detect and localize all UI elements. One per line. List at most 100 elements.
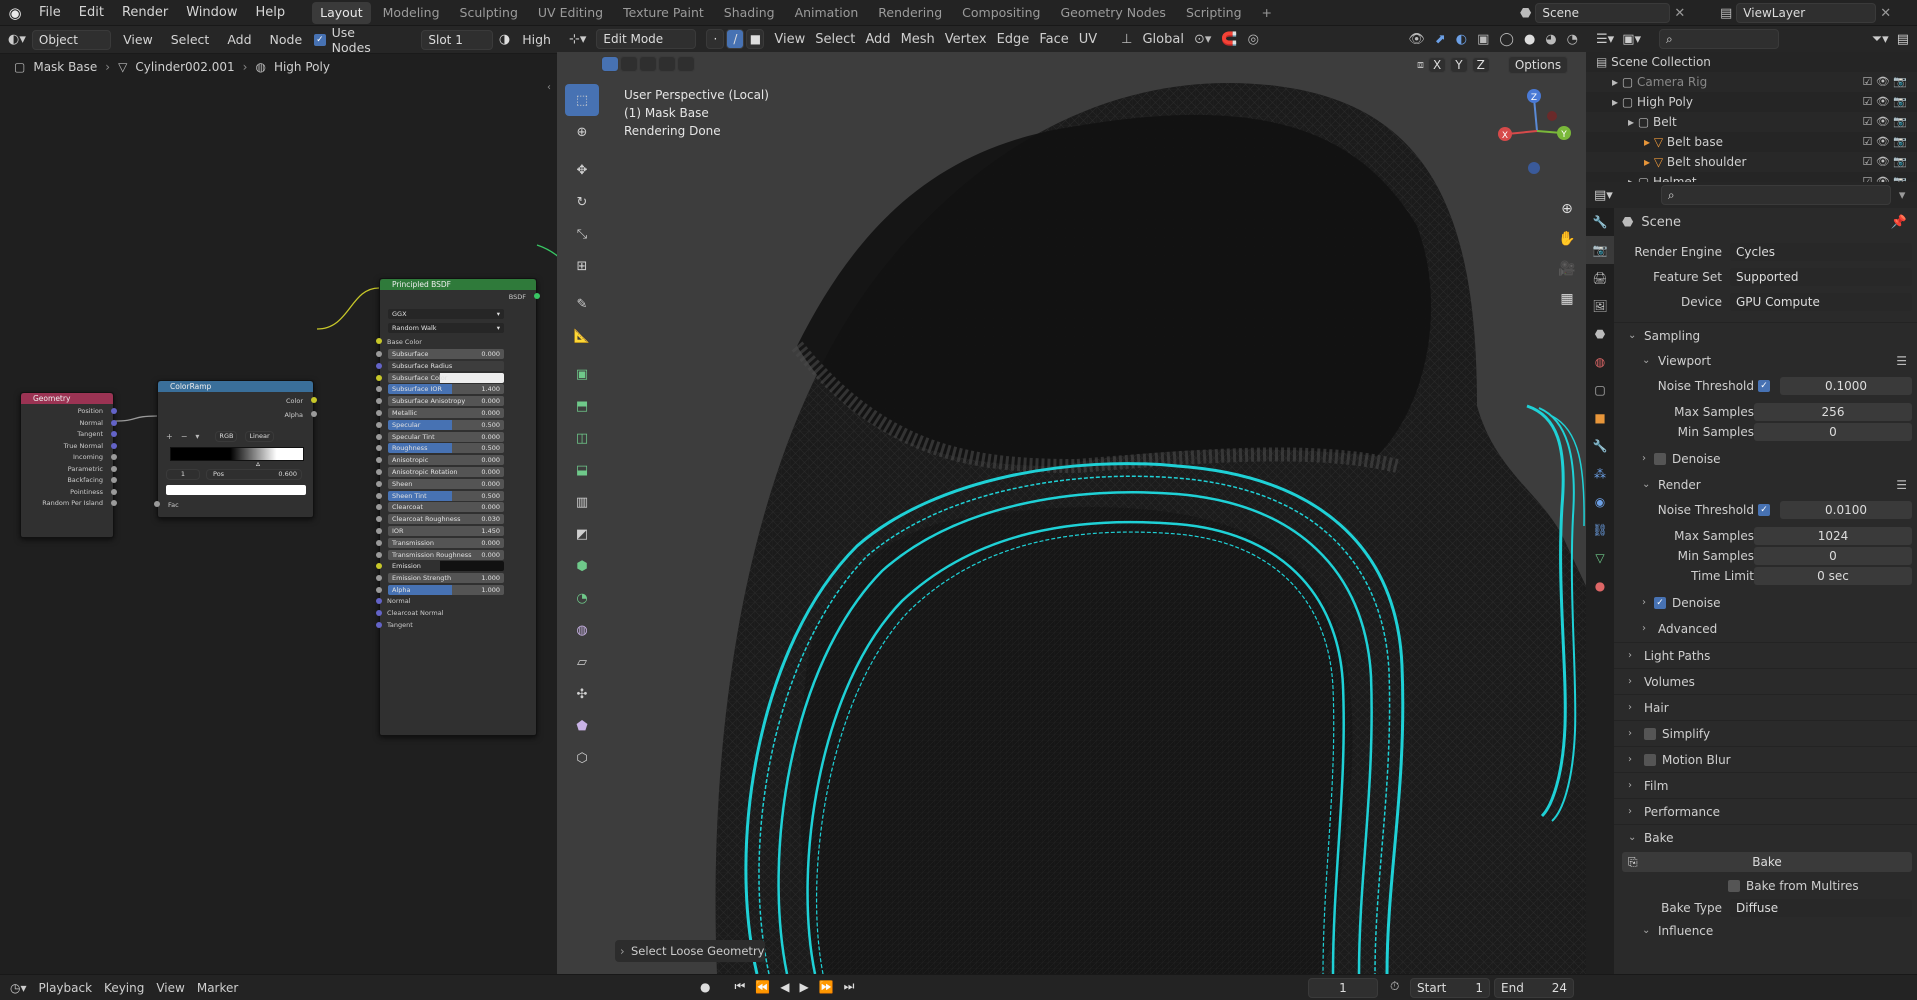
advanced-subpanel-header[interactable]: › Advanced [1614, 616, 1917, 642]
r-min-field[interactable]: 0 [1754, 547, 1912, 565]
time-limit-field[interactable]: 0 sec [1754, 567, 1912, 585]
current-frame-field[interactable]: 1 [1308, 978, 1378, 998]
vp-noise-checkbox[interactable]: ✓ [1758, 380, 1770, 392]
bsdf-param-field[interactable]: Subsurface Color [388, 372, 504, 383]
start-frame-field[interactable]: Start 1 [1410, 978, 1490, 998]
menu-select[interactable]: Select [815, 32, 855, 47]
filter-icon[interactable]: ⏷▾ [1872, 32, 1889, 47]
menu-uv[interactable]: UV [1079, 32, 1097, 47]
xray-icon[interactable]: ▣ [1477, 32, 1489, 47]
loop-cut-icon[interactable]: ▥ [565, 486, 599, 518]
add-cube-icon[interactable]: ▣ [565, 358, 599, 390]
editor-type-icon[interactable]: ⊹▾ [569, 32, 586, 47]
panel-header[interactable]: › Film [1614, 772, 1917, 798]
bsdf-input-socket[interactable] [376, 528, 382, 534]
vp-denoise-checkbox[interactable] [1654, 453, 1666, 465]
list-icon[interactable]: ☰ [1896, 348, 1907, 374]
bsdf-param-field[interactable]: Subsurface 0.000 [388, 349, 504, 359]
outliner-item[interactable]: ▸ ▢ Camera Rig ☑ 👁 📷 [1586, 72, 1917, 92]
geometry-node-header[interactable]: Geometry [21, 393, 113, 404]
vp-max-field[interactable]: 256 [1754, 403, 1912, 421]
select-new-icon[interactable] [601, 56, 619, 72]
display-mode-icon[interactable]: ▣▾ [1622, 32, 1641, 47]
remove-stop-icon[interactable]: − [181, 432, 188, 441]
bsdf-input-socket[interactable] [376, 386, 382, 393]
bsdf-input-socket[interactable] [376, 563, 382, 570]
bsdf-input-socket[interactable] [376, 362, 382, 369]
next-keyframe-icon[interactable]: ⏩ [819, 980, 834, 994]
r-noise-checkbox[interactable]: ✓ [1758, 504, 1770, 516]
poly-build-icon[interactable]: ⬢ [565, 550, 599, 582]
bsdf-input-socket[interactable] [376, 492, 382, 499]
panel-enable-checkbox[interactable] [1644, 728, 1656, 740]
distribution-dropdown[interactable]: GGX ▾ [388, 309, 504, 319]
navigation-gizmo[interactable]: Z X Y [1492, 86, 1582, 186]
jump-end-icon[interactable]: ⏭ [844, 979, 855, 994]
render-subpanel-header[interactable]: ⌄ Render ☰ [1614, 472, 1917, 498]
knife-icon[interactable]: ◩ [565, 518, 599, 550]
bsdf-input-socket[interactable] [376, 587, 382, 593]
tab-compositing[interactable]: Compositing [954, 2, 1048, 24]
cursor-icon[interactable]: ⊕ [565, 116, 599, 148]
editor-type-icon[interactable]: ▤▾ [1594, 188, 1613, 203]
edit-mode-dropdown[interactable]: Edit Mode [596, 29, 697, 49]
bsdf-param-field[interactable]: Transmission Roughness 0.000 [388, 549, 504, 560]
viewport-subpanel-header[interactable]: ⌄ Viewport ☰ [1614, 348, 1917, 374]
geometry-output-socket[interactable] [111, 454, 117, 460]
geometry-output-socket[interactable] [111, 500, 117, 506]
select-invert-icon[interactable] [658, 56, 676, 72]
outliner-item[interactable]: ▤ Scene Collection [1586, 52, 1917, 72]
bsdf-input-socket[interactable] [376, 374, 382, 381]
select-subtract-icon[interactable] [639, 56, 657, 72]
bsdf-param-field[interactable]: Sheen 0.000 [388, 478, 504, 489]
bsdf-input-socket[interactable] [376, 421, 382, 428]
bake-multires-checkbox[interactable] [1728, 880, 1740, 892]
menu-edit[interactable]: Edit [70, 0, 113, 26]
bsdf-input-socket[interactable] [376, 433, 382, 440]
mirror-x-toggle[interactable]: X [1428, 57, 1447, 73]
bsdf-param-field[interactable]: Subsurface Anisotropy 0.000 [388, 396, 504, 407]
vp-noise-field[interactable]: 0.1000 [1780, 377, 1912, 395]
material-tab-icon[interactable]: ● [1586, 572, 1614, 600]
record-icon[interactable]: ● [700, 980, 710, 994]
bsdf-param-field[interactable]: Roughness 0.500 [388, 443, 504, 454]
new-collection-icon[interactable]: ▤ [1897, 32, 1909, 47]
panel-header[interactable]: › Motion Blur [1614, 746, 1917, 772]
bsdf-vector-input-socket[interactable] [376, 621, 382, 628]
bsdf-input-socket[interactable] [376, 398, 382, 405]
bsdf-param-field[interactable]: Specular Tint 0.000 [388, 431, 504, 442]
visibility-toggles-icon[interactable]: ☑ 👁 📷 [1862, 92, 1907, 112]
edge-slide-icon[interactable]: ▱ [565, 646, 599, 678]
mirror-y-toggle[interactable]: Y [1450, 57, 1468, 73]
bsdf-input-socket[interactable] [376, 504, 382, 511]
menu-help[interactable]: Help [247, 0, 295, 26]
overlay-icon[interactable]: ◐ [1456, 32, 1467, 47]
tool-tab-icon[interactable]: 🔧 [1586, 208, 1614, 236]
pivot-icon[interactable]: ⊙▾ [1194, 32, 1211, 47]
bsdf-vector-input-socket[interactable] [376, 597, 382, 604]
color-output-socket[interactable] [311, 397, 317, 403]
interpolation-dropdown[interactable]: Linear [245, 431, 274, 442]
base-color-socket[interactable] [376, 338, 382, 344]
pan-hand-icon[interactable]: ✋ [1554, 224, 1580, 254]
tab-modeling[interactable]: Modeling [375, 2, 448, 24]
bsdf-param-field[interactable]: Subsurface IOR 1.400 [388, 384, 504, 395]
bsdf-param-field[interactable]: Emission [388, 561, 504, 572]
inset-icon[interactable]: ◫ [565, 422, 599, 454]
bsdf-input-socket[interactable] [376, 539, 382, 546]
bsdf-input-socket[interactable] [376, 551, 382, 558]
geometry-output-socket[interactable] [111, 465, 117, 472]
geometry-output-socket[interactable] [111, 477, 117, 483]
vp-min-field[interactable]: 0 [1754, 423, 1912, 441]
render-tab-icon[interactable]: 📷 [1586, 236, 1614, 264]
add-workspace-icon[interactable]: + [1254, 2, 1280, 24]
visibility-icon[interactable]: 👁 [1408, 32, 1425, 47]
bsdf-input-socket[interactable] [376, 351, 382, 357]
data-tab-icon[interactable]: ▽ [1586, 544, 1614, 572]
color-gradient-bar[interactable] [170, 447, 304, 461]
outliner-search-input[interactable]: ⌕ [1659, 29, 1779, 49]
stop-position-field[interactable]: Pos 0.600 [206, 469, 302, 480]
tab-sculpting[interactable]: Sculpting [452, 2, 526, 24]
view-layer-tab-icon[interactable]: 🖼 [1586, 292, 1614, 320]
grid-perspective-icon[interactable]: ▦ [1554, 284, 1580, 314]
